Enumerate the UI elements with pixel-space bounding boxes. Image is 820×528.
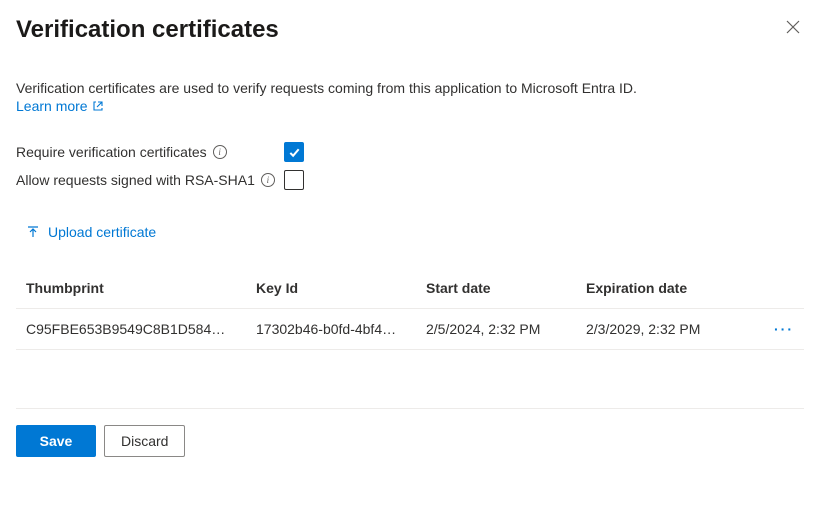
cell-thumbprint: C95FBE653B9549C8B1D584… [26,321,256,337]
col-start-date[interactable]: Start date [426,280,586,296]
col-key-id[interactable]: Key Id [256,280,426,296]
close-icon [786,20,800,34]
close-button[interactable] [782,16,804,41]
table-header-row: Thumbprint Key Id Start date Expiration … [16,268,804,309]
info-icon[interactable]: i [213,145,227,159]
row-more-button[interactable]: ··· [754,321,794,337]
external-link-icon [92,100,104,112]
option-label: Allow requests signed with RSA-SHA1 i [16,172,284,188]
discard-button[interactable]: Discard [104,425,185,457]
require-verification-checkbox[interactable] [284,142,304,162]
save-button[interactable]: Save [16,425,96,457]
option-label: Require verification certificates i [16,144,284,160]
allow-rsa-sha1-label: Allow requests signed with RSA-SHA1 [16,172,255,188]
certificates-table: Thumbprint Key Id Start date Expiration … [16,268,804,350]
option-require-verification: Require verification certificates i [16,142,804,162]
options-group: Require verification certificates i Allo… [16,142,804,190]
allow-rsa-sha1-checkbox[interactable] [284,170,304,190]
checkmark-icon [288,146,301,159]
upload-certificate-label: Upload certificate [48,224,156,240]
table-row: C95FBE653B9549C8B1D584… 17302b46-b0fd-4b… [16,309,804,350]
cell-start-date: 2/5/2024, 2:32 PM [426,321,586,337]
learn-more-link[interactable]: Learn more [16,98,104,114]
upload-icon [26,225,40,239]
require-verification-label: Require verification certificates [16,144,207,160]
cell-key-id: 17302b46-b0fd-4bf4… [256,321,426,337]
cell-expiration-date: 2/3/2029, 2:32 PM [586,321,754,337]
description-text: Verification certificates are used to ve… [16,80,804,96]
col-thumbprint[interactable]: Thumbprint [26,280,256,296]
col-expiration-date[interactable]: Expiration date [586,280,754,296]
upload-certificate-button[interactable]: Upload certificate [26,224,156,240]
page-title: Verification certificates [16,16,279,44]
footer-divider [16,408,804,409]
info-icon[interactable]: i [261,173,275,187]
footer-buttons: Save Discard [16,425,804,457]
learn-more-label: Learn more [16,98,88,114]
option-allow-rsa-sha1: Allow requests signed with RSA-SHA1 i [16,170,804,190]
